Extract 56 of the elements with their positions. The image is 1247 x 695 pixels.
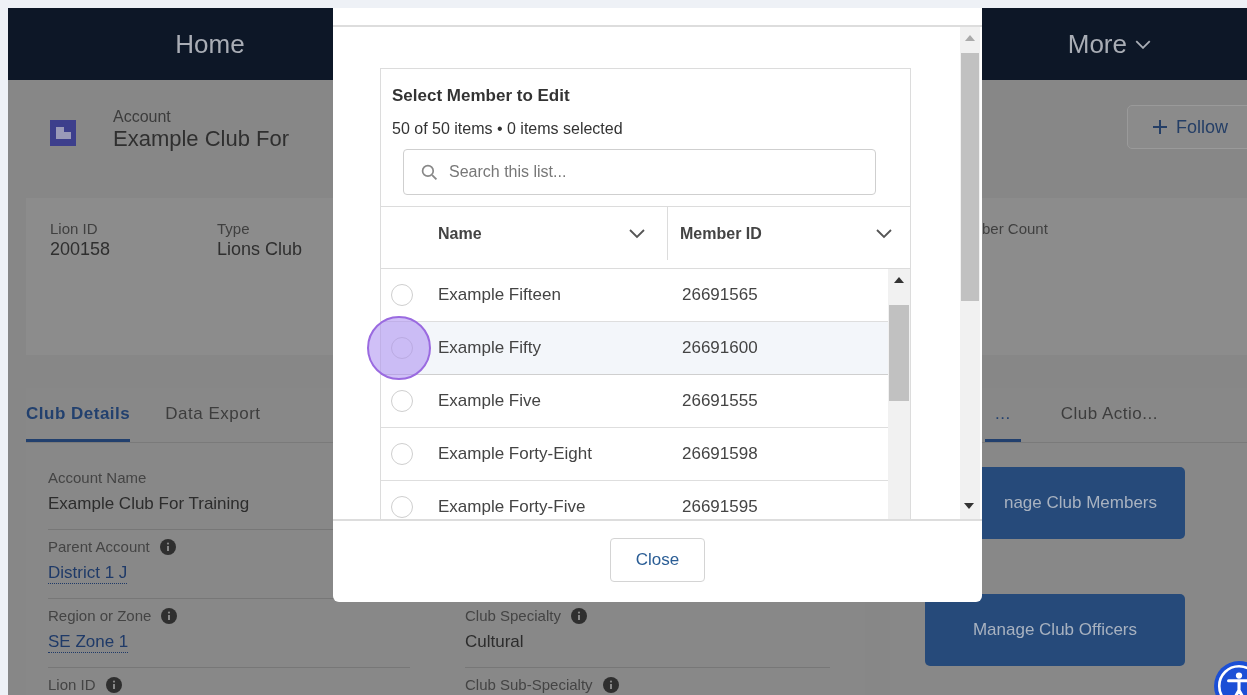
field-label: Club Sub-Specialty	[465, 676, 593, 693]
table-cell: 26691595	[682, 497, 758, 517]
search-icon	[421, 164, 438, 181]
radio-button[interactable]	[391, 443, 413, 465]
field-label: Lion ID	[50, 220, 98, 237]
plus-icon	[1152, 118, 1168, 135]
record-name: Example Club For	[113, 126, 290, 152]
action-button[interactable]: Manage Club Officers	[925, 594, 1185, 666]
table-cell-text: Example Fifty	[438, 338, 542, 358]
building-icon	[50, 120, 76, 146]
object-label: Account	[113, 108, 172, 126]
radio-button[interactable]	[391, 284, 413, 306]
scrollbar[interactable]	[960, 27, 980, 519]
info-icon[interactable]	[161, 607, 178, 624]
field-label: Region or Zone	[48, 607, 152, 624]
field-label: Lion ID	[48, 676, 96, 693]
field-value: 200158	[50, 239, 111, 260]
info-icon[interactable]	[570, 607, 587, 624]
table-cell-text: Example Forty-Eight	[438, 444, 593, 464]
chevron-down-icon	[1135, 39, 1151, 49]
radio-button[interactable]	[391, 390, 413, 412]
table-cell-text: Example Forty-Five	[438, 497, 587, 517]
table-row[interactable]: Example Five 26691555	[381, 375, 889, 428]
chevron-down-icon	[876, 228, 892, 239]
chevron-down-icon	[629, 228, 645, 239]
list-summary: 50 of 50 items • 0 items selected	[392, 120, 624, 138]
info-icon[interactable]	[159, 538, 176, 555]
table-row[interactable]: Example Forty-Eight 26691598	[381, 428, 889, 481]
table-cell-text: Example Fifteen	[438, 285, 562, 305]
table-row[interactable]: Example Fifty 26691600	[381, 322, 889, 375]
close-button[interactable]: Close	[610, 537, 705, 582]
radio-button[interactable]	[391, 496, 413, 518]
field-label: ber Count	[982, 220, 1048, 237]
click-highlight	[367, 316, 431, 380]
info-icon[interactable]	[105, 676, 122, 693]
scrollbar[interactable]	[888, 269, 910, 519]
field-value: Cultural	[465, 632, 524, 652]
nav-menu[interactable]: More	[1067, 28, 1151, 60]
column-header[interactable]: Member ID	[668, 207, 910, 260]
field-label: Parent Account	[48, 538, 150, 555]
table-cell: 26691565	[682, 285, 758, 305]
table-cell: 26691555	[682, 391, 758, 411]
column-header[interactable]: Name	[381, 207, 668, 260]
field-label: Club Specialty	[465, 607, 561, 624]
scroll-up-icon[interactable]	[894, 277, 905, 283]
search-field[interactable]: Search this list...	[403, 149, 876, 195]
field-value: Lions Club	[217, 239, 303, 260]
field-label: Account Name	[48, 469, 147, 486]
field-value: Example Club For Training	[48, 494, 250, 514]
table-cell: 26691600	[682, 338, 758, 358]
table-cell: 26691598	[682, 444, 758, 464]
info-icon[interactable]	[602, 676, 619, 693]
field-label: Type	[217, 220, 250, 237]
scroll-down-icon[interactable]	[964, 503, 974, 509]
table-cell-text: Example Five	[438, 391, 542, 411]
list-title: Select Member to Edit	[392, 86, 571, 106]
